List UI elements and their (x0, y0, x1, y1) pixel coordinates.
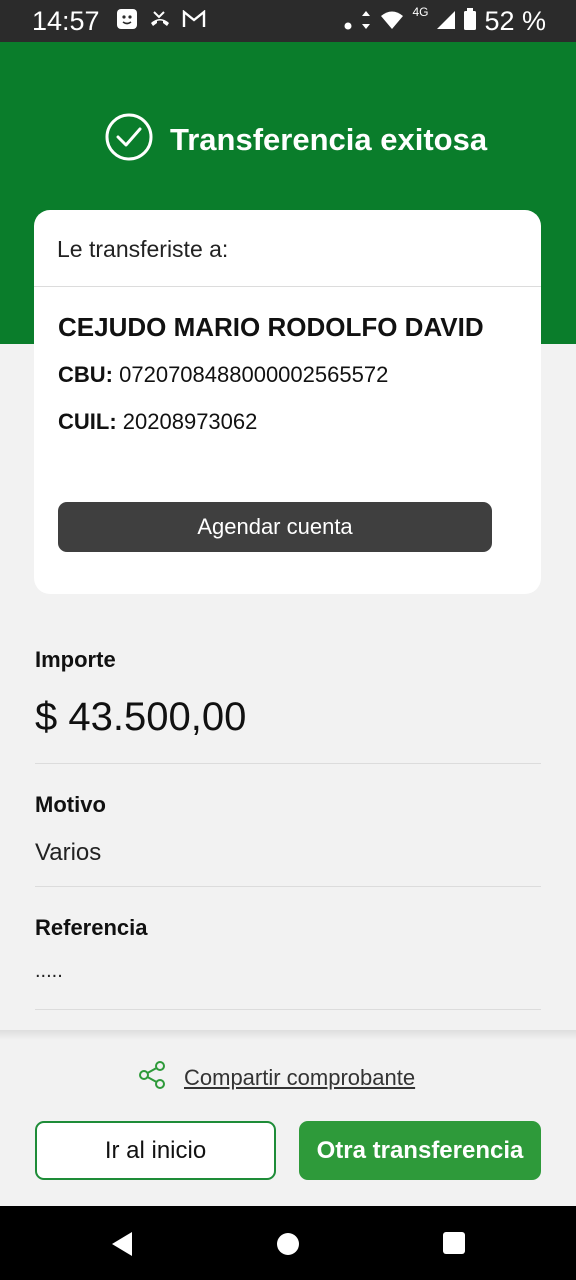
success-title-row: Transferencia exitosa (104, 112, 487, 167)
wifi-icon (380, 6, 404, 37)
reference-value: ..... (35, 960, 63, 982)
missed-call-icon (148, 9, 172, 34)
cuil-row: CUIL: 20208973062 (58, 409, 257, 435)
cbu-value: 0720708488000002565572 (119, 362, 389, 387)
check-circle-icon (104, 112, 154, 167)
gmail-icon (182, 9, 206, 33)
divider (35, 1009, 541, 1010)
schedule-account-button[interactable]: Agendar cuenta (58, 502, 492, 552)
status-time: 14:57 (32, 6, 100, 36)
system-nav-bar (0, 1206, 576, 1280)
page-title: Transferencia exitosa (170, 121, 488, 157)
divider (35, 886, 541, 887)
card-divider (34, 286, 541, 287)
network-type: 4G (412, 4, 429, 19)
dot-icon (344, 6, 352, 37)
battery-icon (464, 6, 477, 37)
back-icon[interactable] (110, 1231, 134, 1262)
cuil-value: 20208973062 (122, 409, 258, 434)
reason-label: Motivo (35, 792, 106, 817)
share-receipt-label[interactable]: Compartir comprobante (184, 1065, 415, 1091)
cuil-label: CUIL: (58, 409, 117, 434)
recipient-card: Le transferiste a: CEJUDO MARIO RODOLFO … (34, 210, 541, 594)
go-home-button[interactable]: Ir al inicio (35, 1121, 276, 1180)
reason-value: Varios (35, 839, 102, 866)
status-bar: 14:57 4G 52 % (0, 0, 576, 42)
share-receipt-link[interactable]: Compartir comprobante (138, 1060, 415, 1095)
recipient-heading: Le transferiste a: (57, 236, 229, 262)
new-transfer-button[interactable]: Otra transferencia (299, 1121, 541, 1180)
signal-icon (436, 6, 456, 37)
cbu-label: CBU: (58, 362, 113, 387)
divider (35, 763, 541, 764)
recents-icon[interactable] (443, 1232, 465, 1254)
share-icon (138, 1060, 168, 1095)
amount-label: Importe (35, 647, 116, 672)
bottom-sheet-shadow (0, 1030, 576, 1040)
data-arrows-icon (360, 6, 372, 37)
recipient-name: CEJUDO MARIO RODOLFO DAVID (58, 312, 484, 342)
battery-percent: 52 % (484, 6, 546, 36)
amount-value: $ 43.500,00 (35, 695, 247, 739)
notification-icons (116, 8, 206, 35)
face-scan-icon (116, 8, 138, 35)
system-icons: 4G 52 % (344, 4, 546, 37)
reference-label: Referencia (35, 915, 148, 940)
home-icon[interactable] (277, 1233, 299, 1255)
cbu-row: CBU: 0720708488000002565572 (58, 362, 388, 388)
